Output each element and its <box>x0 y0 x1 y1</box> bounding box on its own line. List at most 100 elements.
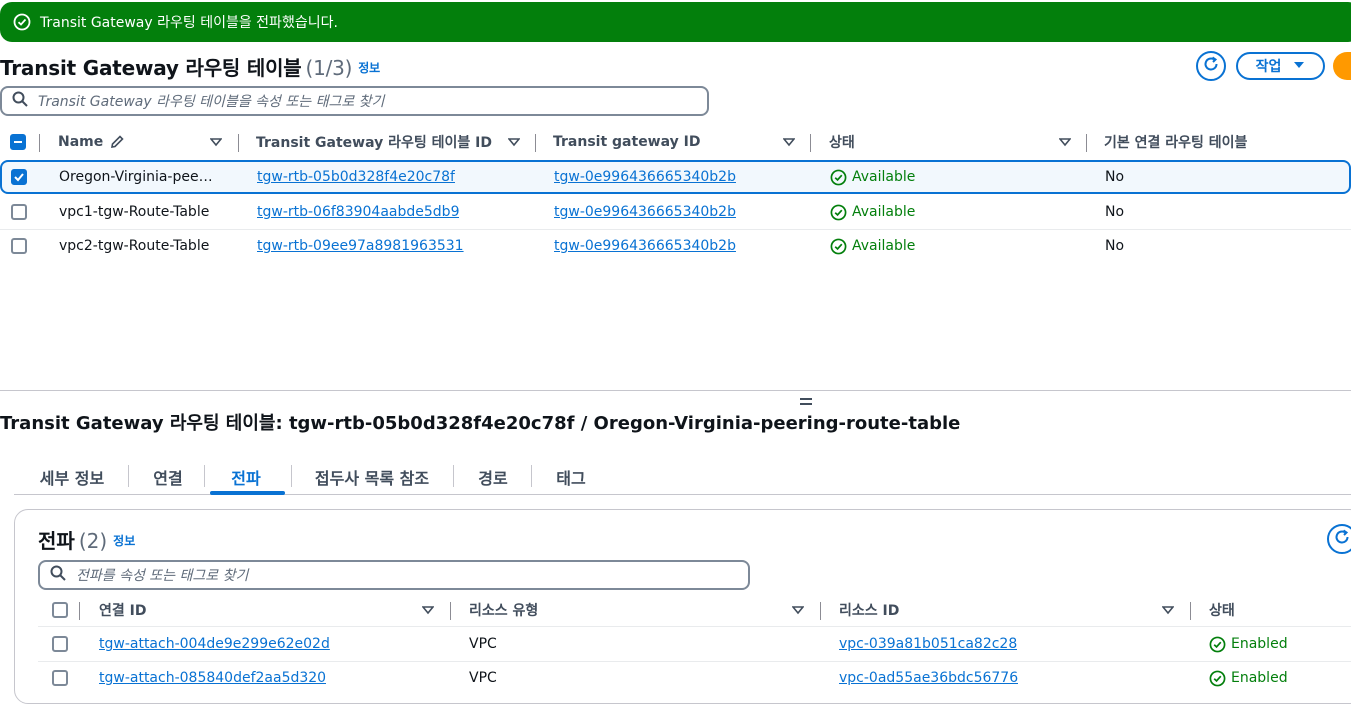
flash-message: Transit Gateway 라우팅 테이블을 전파했습니다. <box>40 15 338 31</box>
status-badge: Enabled <box>1209 661 1288 695</box>
check-circle-icon <box>830 169 847 186</box>
sort-caret-icon[interactable] <box>422 593 434 627</box>
row-checkbox[interactable] <box>11 238 27 254</box>
select-all-checkbox[interactable] <box>10 134 26 150</box>
row-name: vpc2-tgw-Route-Table <box>59 238 210 254</box>
tgw-id-link[interactable]: tgw-0e996436665340b2b <box>554 162 736 192</box>
select-all-checkbox[interactable] <box>52 602 68 618</box>
route-tables-table: Name Transit Gateway 라우팅 테이블 ID Transit … <box>0 125 1351 265</box>
col-default-association[interactable]: 기본 연결 라우팅 테이블 <box>1104 125 1247 159</box>
row-checkbox[interactable] <box>52 670 68 686</box>
status-badge: Available <box>830 162 915 192</box>
refresh-button[interactable] <box>1196 51 1226 81</box>
tab-propagations[interactable]: 전파 <box>210 459 282 495</box>
row-checkbox[interactable] <box>11 204 27 220</box>
tab-prefix-list-references[interactable]: 접두사 목록 참조 <box>297 459 447 495</box>
tgw-id-link[interactable]: tgw-0e996436665340b2b <box>554 229 736 263</box>
table-row[interactable]: vpc2-tgw-Route-Table tgw-rtb-09ee97a8981… <box>0 229 1351 263</box>
selection-count: (1/3) <box>305 56 353 80</box>
resource-id-link[interactable]: vpc-039a81b051ca82c28 <box>839 627 1017 661</box>
sort-caret-icon[interactable] <box>508 125 520 159</box>
check-circle-icon <box>1209 636 1226 653</box>
status-text: Enabled <box>1231 670 1288 686</box>
col-resource-type[interactable]: 리소스 유형 <box>469 593 538 627</box>
sort-caret-icon[interactable] <box>210 125 222 159</box>
col-name-label: Name <box>58 134 104 150</box>
col-rtb-id[interactable]: Transit Gateway 라우팅 테이블 ID <box>256 125 492 159</box>
split-panel-divider <box>0 390 1351 391</box>
status-badge: Available <box>830 229 915 263</box>
table-row[interactable]: tgw-attach-085840def2aa5d320 VPC vpc-0ad… <box>38 661 1351 695</box>
col-resource-id[interactable]: 리소스 ID <box>839 593 899 627</box>
search-input[interactable]: Transit Gateway 라우팅 테이블을 속성 또는 태그로 찾기 <box>0 86 709 116</box>
check-circle-icon <box>1209 670 1226 687</box>
resource-type-value: VPC <box>469 636 497 652</box>
propagation-search-input[interactable]: 전파를 속성 또는 태그로 찾기 <box>38 560 750 590</box>
status-badge: Enabled <box>1209 627 1288 661</box>
resource-type-value: VPC <box>469 670 497 686</box>
detail-title: Transit Gateway 라우팅 테이블: tgw-rtb-05b0d32… <box>0 413 961 434</box>
create-button[interactable] <box>1333 52 1351 80</box>
row-checkbox[interactable] <box>52 636 68 652</box>
propagations-table: 연결 ID 리소스 유형 리소스 ID 상태 tgw-attach-004de9… <box>38 593 1351 697</box>
tab-details[interactable]: 세부 정보 <box>22 459 122 495</box>
check-circle-icon <box>830 204 847 221</box>
check-circle-icon <box>830 238 847 255</box>
search-icon <box>50 565 66 585</box>
table-row[interactable]: tgw-attach-004de9e299e62e02d VPC vpc-039… <box>38 627 1351 661</box>
check-circle-icon <box>13 13 31 31</box>
detail-tabs: 세부 정보 연결 전파 접두사 목록 참조 경로 태그 <box>14 459 1351 495</box>
success-flash-banner: Transit Gateway 라우팅 테이블을 전파했습니다. <box>0 2 1351 42</box>
row-name: vpc1-tgw-Route-Table <box>59 204 210 220</box>
sort-caret-icon[interactable] <box>792 593 804 627</box>
col-name[interactable]: Name <box>58 125 125 159</box>
resource-id-link[interactable]: vpc-0ad55ae36bdc56776 <box>839 661 1018 695</box>
status-badge: Available <box>830 195 915 229</box>
attachment-id-link[interactable]: tgw-attach-085840def2aa5d320 <box>99 661 326 695</box>
rtb-id-link[interactable]: tgw-rtb-06f83904aabde5db9 <box>257 195 459 229</box>
edit-icon[interactable] <box>109 134 125 150</box>
sort-caret-icon[interactable] <box>783 125 795 159</box>
table-header: 연결 ID 리소스 유형 리소스 ID 상태 <box>38 593 1351 627</box>
title-text: Transit Gateway 라우팅 테이블 <box>0 56 302 80</box>
row-name: Oregon-Virginia-pee… <box>59 169 213 185</box>
tgw-id-link[interactable]: tgw-0e996436665340b2b <box>554 195 736 229</box>
search-placeholder: 전파를 속성 또는 태그로 찾기 <box>76 568 249 584</box>
status-text: Enabled <box>1231 636 1288 652</box>
info-link[interactable]: 정보 <box>113 534 135 548</box>
info-link[interactable]: 정보 <box>358 61 380 75</box>
col-attachment-id[interactable]: 연결 ID <box>99 593 146 627</box>
attachment-id-link[interactable]: tgw-attach-004de9e299e62e02d <box>99 627 330 661</box>
row-checkbox[interactable] <box>11 169 27 185</box>
resize-handle-icon[interactable] <box>800 398 812 408</box>
propagations-title: 전파 (2) 정보 <box>38 525 135 554</box>
propagation-count: (2) <box>78 529 108 553</box>
rtb-id-link[interactable]: tgw-rtb-09ee97a8981963531 <box>257 229 464 263</box>
default-association-value: No <box>1105 238 1125 254</box>
table-header: Name Transit Gateway 라우팅 테이블 ID Transit … <box>0 125 1351 159</box>
default-association-value: No <box>1105 204 1125 220</box>
title-text: 전파 <box>38 529 75 553</box>
search-placeholder: Transit Gateway 라우팅 테이블을 속성 또는 태그로 찾기 <box>38 94 385 110</box>
col-status[interactable]: 상태 <box>1209 593 1235 627</box>
status-text: Available <box>852 238 916 254</box>
tab-routes[interactable]: 경로 <box>460 459 526 495</box>
col-status[interactable]: 상태 <box>829 125 855 159</box>
table-row[interactable]: Oregon-Virginia-pee… tgw-rtb-05b0d328f4e… <box>0 160 1351 194</box>
actions-dropdown-button[interactable]: 작업 <box>1236 52 1325 80</box>
default-association-value: No <box>1105 169 1125 185</box>
sort-caret-icon[interactable] <box>1162 593 1174 627</box>
status-text: Available <box>852 169 916 185</box>
sort-caret-icon[interactable] <box>1059 125 1071 159</box>
refresh-button[interactable] <box>1327 524 1351 554</box>
status-text: Available <box>852 204 916 220</box>
actions-label: 작업 <box>1255 59 1282 75</box>
table-row[interactable]: vpc1-tgw-Route-Table tgw-rtb-06f83904aab… <box>0 195 1351 229</box>
tab-associations[interactable]: 연결 <box>138 459 198 495</box>
caret-down-icon <box>1293 58 1305 74</box>
col-tgw-id[interactable]: Transit gateway ID <box>553 125 700 159</box>
search-icon <box>12 91 28 111</box>
rtb-id-link[interactable]: tgw-rtb-05b0d328f4e20c78f <box>257 162 455 192</box>
tab-tags[interactable]: 태그 <box>538 459 604 495</box>
refresh-icon <box>1333 528 1351 550</box>
